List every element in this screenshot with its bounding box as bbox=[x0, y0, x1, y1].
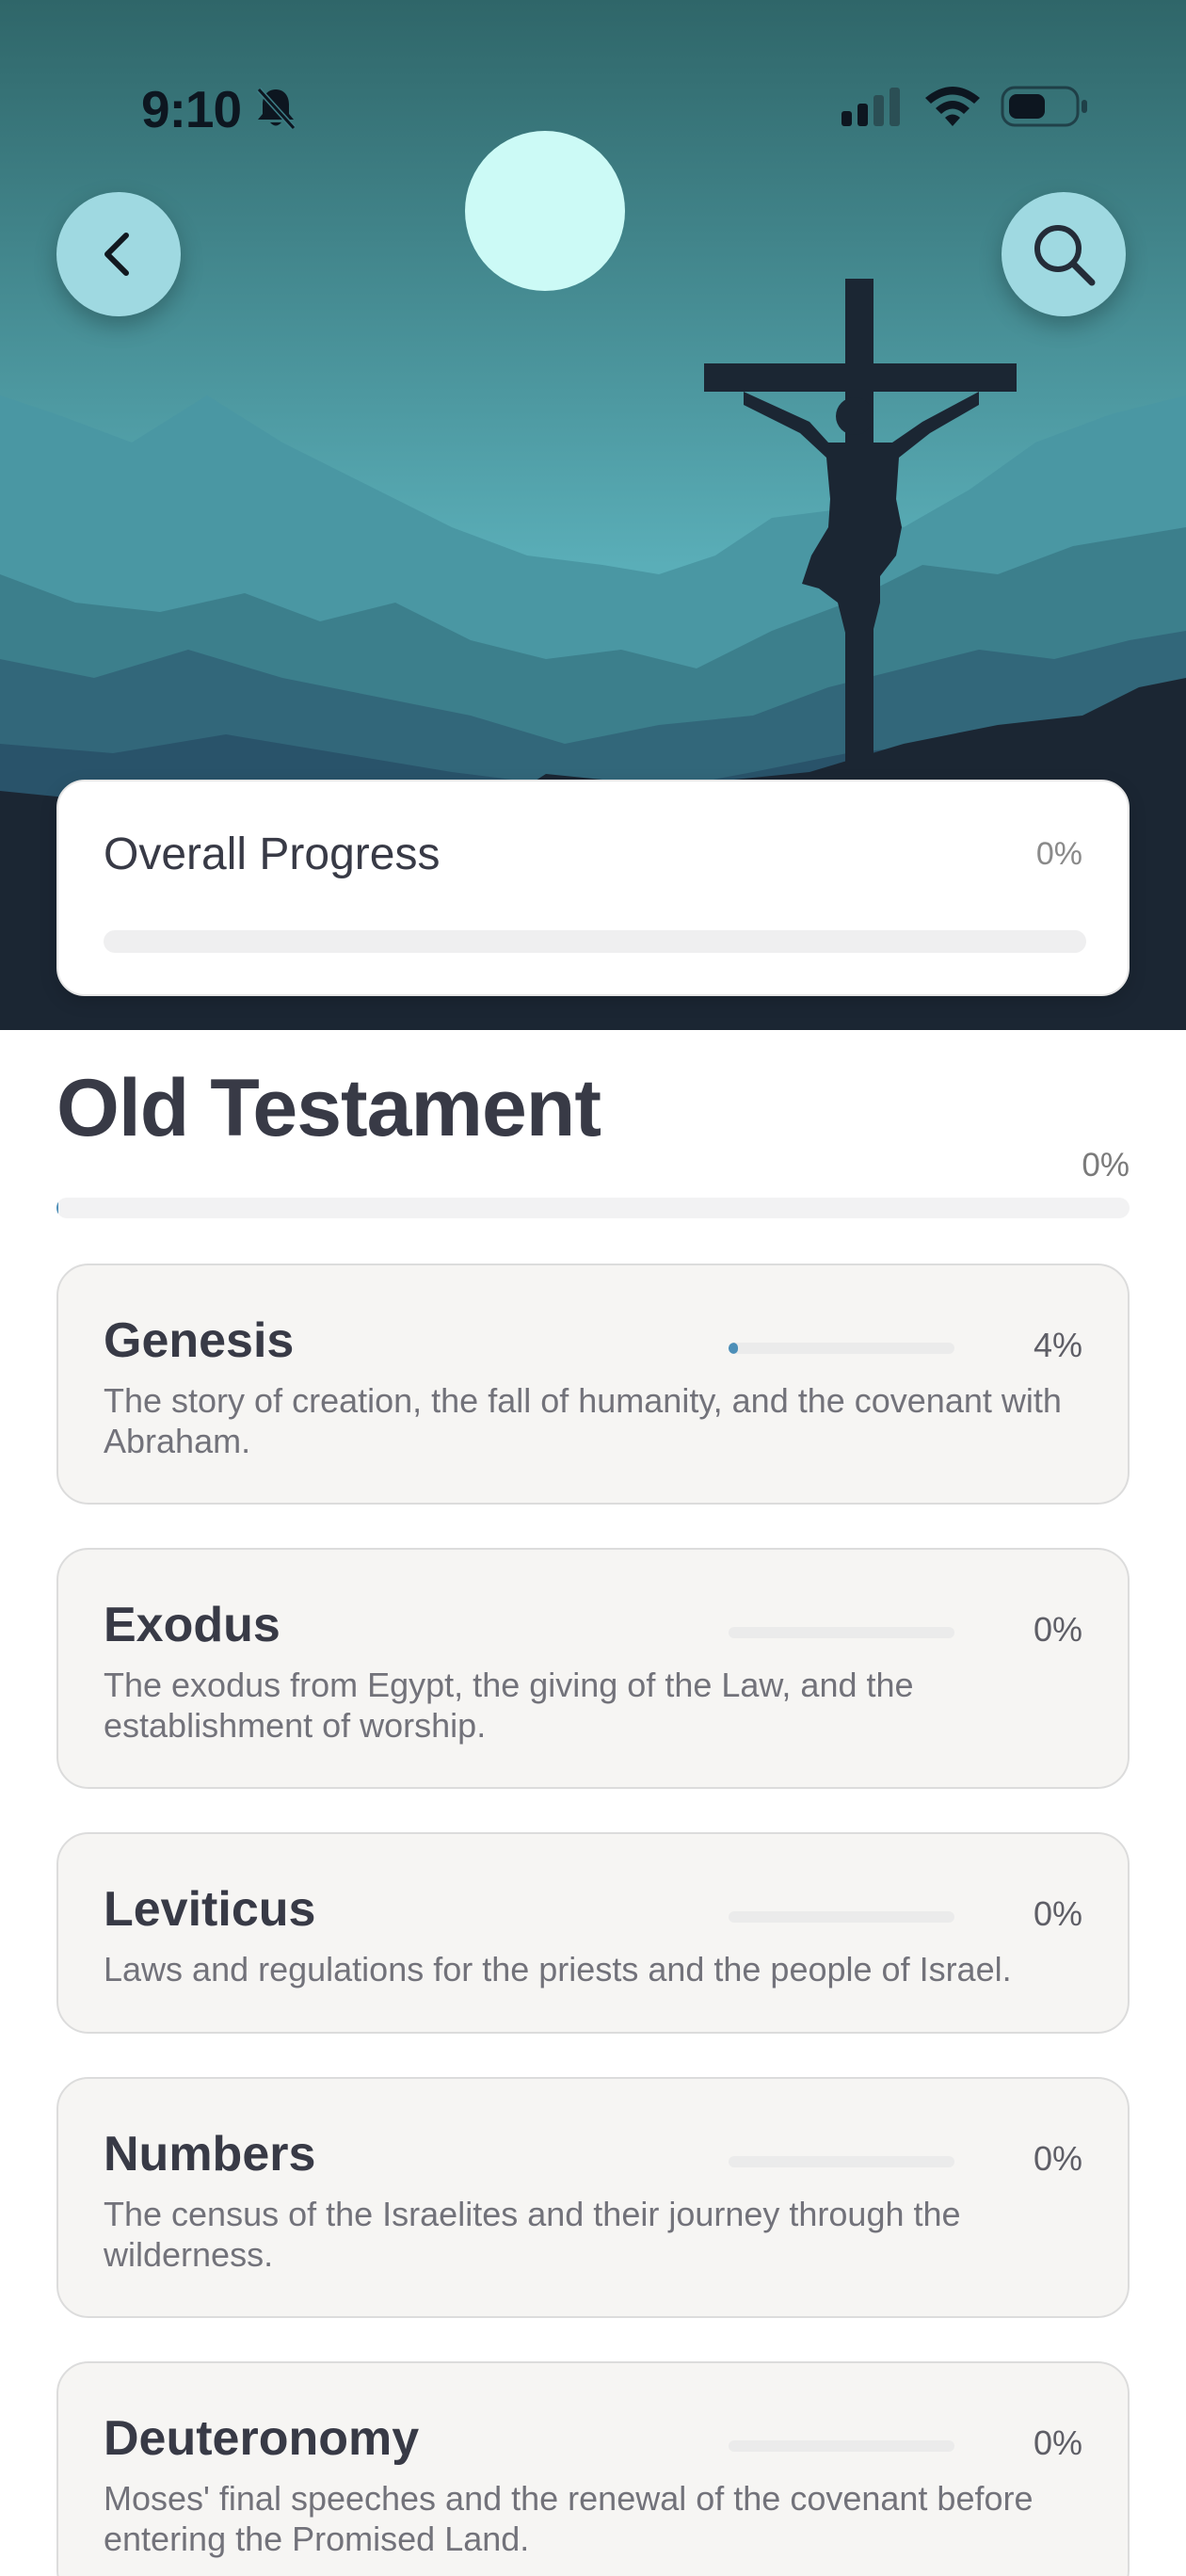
status-bar: 9:10 bbox=[0, 0, 1186, 217]
book-description: Laws and regulations for the priests and… bbox=[104, 1950, 1012, 1988]
book-progress-percent: 0% bbox=[1033, 1610, 1082, 1649]
book-name: Deuteronomy bbox=[104, 2411, 420, 2466]
book-description: Moses' final speeches and the renewal of… bbox=[104, 2479, 1034, 2558]
overall-progress-percent: 0% bbox=[1035, 836, 1082, 872]
book-description: The story of creation, the fall of human… bbox=[104, 1381, 1062, 1460]
overall-progress-card: Overall Progress 0% bbox=[56, 780, 1130, 996]
search-icon bbox=[1034, 225, 1096, 286]
status-time: 9:10 bbox=[141, 80, 242, 138]
book-card-genesis[interactable]: Genesis 4% The story of creation, the fa… bbox=[56, 1264, 1130, 1505]
book-description: The census of the Israelites and their j… bbox=[104, 2195, 961, 2274]
cellular-signal-icon bbox=[841, 88, 900, 126]
book-card-deuteronomy[interactable]: Deuteronomy 0% Moses' final speeches and… bbox=[56, 2361, 1130, 2576]
section-progress-percent: 0% bbox=[1082, 1147, 1130, 1183]
book-name: Exodus bbox=[104, 1598, 280, 1652]
wifi-icon bbox=[925, 87, 980, 126]
book-progress-percent: 0% bbox=[1033, 2423, 1082, 2462]
book-card-leviticus[interactable]: Leviticus 0% Laws and regulations for th… bbox=[56, 1832, 1130, 2034]
section-progress-bar bbox=[56, 1198, 1130, 1218]
book-name: Genesis bbox=[104, 1313, 295, 1368]
book-progress-bar bbox=[729, 1343, 954, 1354]
bell-slash-icon bbox=[256, 87, 296, 131]
search-button[interactable] bbox=[1002, 192, 1126, 316]
book-name: Numbers bbox=[104, 2127, 316, 2182]
book-card-numbers[interactable]: Numbers 0% The census of the Israelites … bbox=[56, 2077, 1130, 2318]
book-progress-bar bbox=[729, 1627, 954, 1638]
chevron-left-icon bbox=[104, 233, 129, 276]
book-progress-fill bbox=[729, 1343, 738, 1354]
overall-progress-title: Overall Progress bbox=[104, 829, 441, 879]
section-title: Old Testament bbox=[56, 1063, 601, 1153]
book-progress-percent: 4% bbox=[1033, 1326, 1082, 1364]
battery-icon bbox=[1001, 86, 1087, 127]
book-progress-percent: 0% bbox=[1033, 1894, 1082, 1933]
book-progress-percent: 0% bbox=[1033, 2139, 1082, 2178]
overall-progress-bar bbox=[104, 930, 1086, 953]
book-card-exodus[interactable]: Exodus 0% The exodus from Egypt, the giv… bbox=[56, 1548, 1130, 1789]
book-description: The exodus from Egypt, the giving of the… bbox=[104, 1666, 914, 1745]
book-name: Leviticus bbox=[104, 1882, 316, 1937]
back-button[interactable] bbox=[56, 192, 181, 316]
section-progress-fill bbox=[56, 1198, 59, 1218]
book-progress-bar bbox=[729, 2156, 954, 2167]
book-progress-bar bbox=[729, 2440, 954, 2452]
book-progress-bar bbox=[729, 1911, 954, 1923]
